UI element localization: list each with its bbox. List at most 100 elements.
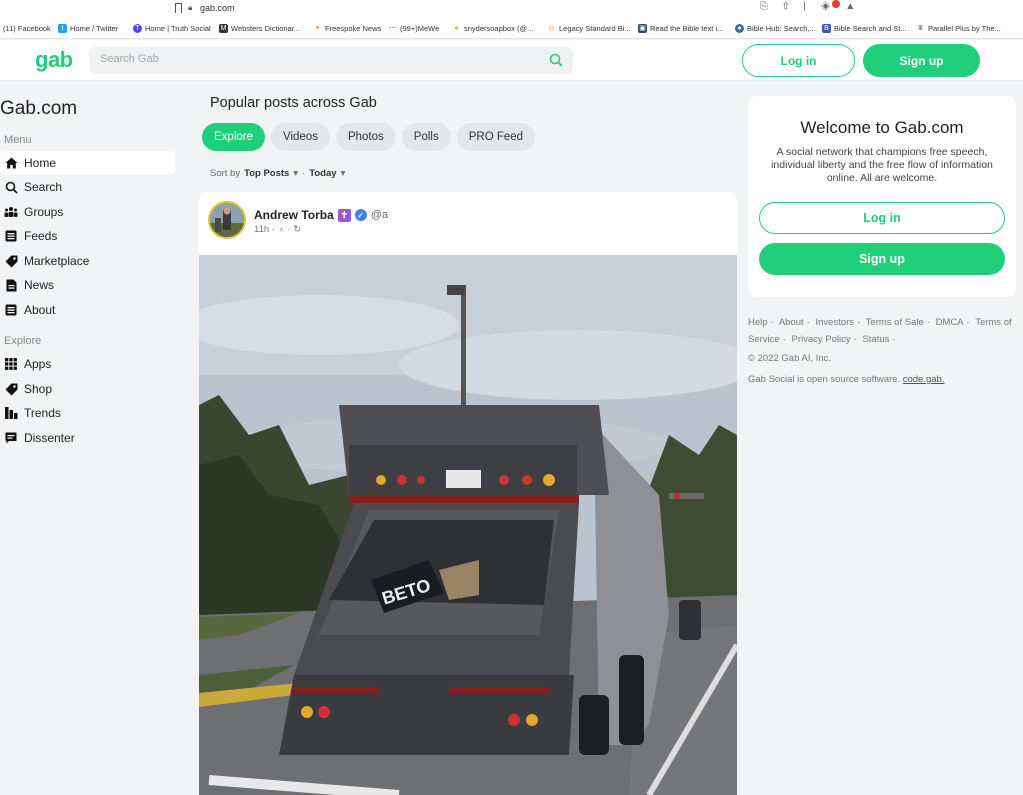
sidebar-item-trends[interactable]: Trends bbox=[0, 401, 175, 425]
browser-url[interactable]: gab.com bbox=[200, 3, 235, 13]
sidebar-item-marketplace[interactable]: Marketplace bbox=[0, 249, 175, 273]
header-signup-button[interactable]: Sign up bbox=[863, 44, 980, 77]
sidebar-item-apps[interactable]: Apps bbox=[0, 352, 175, 376]
post-author[interactable]: Andrew Torba ✝ ✓ @a bbox=[254, 208, 388, 222]
post-meta: 11h · ♁ · ↻ bbox=[254, 224, 302, 235]
separator-dot: · bbox=[302, 168, 306, 179]
sidebar-item-groups[interactable]: Groups bbox=[0, 200, 175, 224]
bookmark-label: Bible Hub: Search,... bbox=[747, 24, 816, 33]
sidebar-item-label: Shop bbox=[24, 382, 53, 396]
bookmark-label: snydersoapbox (@... bbox=[464, 24, 534, 33]
site-title: Gab.com bbox=[0, 98, 78, 119]
post-time[interactable]: 11h bbox=[254, 224, 269, 235]
bookmarks-bar: (11) Facebook t Home / Twitter T Home | Tr… bbox=[0, 17, 1023, 39]
bookmark-icon[interactable] bbox=[175, 3, 182, 13]
search-bar[interactable] bbox=[89, 47, 573, 74]
footer-link-about[interactable]: About bbox=[779, 317, 804, 328]
home-icon bbox=[4, 156, 18, 170]
bookmark-label: Read the Bible text i... bbox=[650, 24, 724, 33]
sidebar-item-label: About bbox=[24, 303, 56, 317]
search-input[interactable] bbox=[100, 53, 520, 65]
feed-tabs: Explore Videos Photos Polls PRO Feed bbox=[202, 123, 536, 151]
browser-action-icons[interactable]: ⎘ ⇧ | ◈ ▲ bbox=[760, 1, 861, 12]
post-card[interactable]: Andrew Torba ✝ ✓ @a 11h · ♁ · ↻ BETO bbox=[199, 192, 737, 795]
bible-search-icon: B bbox=[822, 24, 831, 33]
footer-link-help[interactable]: Help bbox=[748, 317, 768, 328]
sidebar-item-dissenter[interactable]: Dissenter bbox=[0, 426, 175, 450]
welcome-signup-button[interactable]: Sign up bbox=[759, 243, 1005, 275]
open-source-link[interactable]: code.gab. bbox=[903, 374, 945, 385]
tab-polls[interactable]: Polls bbox=[401, 123, 451, 151]
search-icon[interactable] bbox=[548, 52, 564, 68]
apps-icon bbox=[4, 357, 18, 371]
tab-videos[interactable]: Videos bbox=[271, 123, 330, 151]
bookmark-item[interactable]: ● Bible Hub: Search,... bbox=[735, 24, 816, 33]
footer-link-dmca[interactable]: DMCA bbox=[936, 317, 964, 328]
notification-badge bbox=[832, 0, 840, 8]
sort-value-dropdown[interactable]: Top Posts bbox=[244, 168, 289, 179]
tab-explore[interactable]: Explore bbox=[202, 123, 265, 151]
sort-prefix: Sort by bbox=[210, 168, 241, 179]
sidebar-item-label: Home bbox=[24, 156, 57, 170]
lock-icon: 🔒︎ bbox=[188, 3, 193, 12]
author-name[interactable]: Andrew Torba bbox=[254, 208, 334, 222]
dissenter-icon bbox=[4, 431, 18, 445]
bookmark-item[interactable]: T Home | Truth Social bbox=[133, 24, 211, 33]
biblehub-icon: ● bbox=[735, 24, 744, 33]
bookmark-label: (99+)MeWe bbox=[400, 24, 440, 33]
site-header: gab Log in Sign up bbox=[0, 40, 1023, 81]
bookmark-label: Home / Twitter bbox=[70, 24, 119, 33]
bookmark-item[interactable]: Ⅲ Parallel Plus by The... bbox=[916, 24, 1001, 33]
footer-links: Help · About · Investors · Terms of Sale · D… bbox=[748, 317, 1012, 345]
truth-social-icon: T bbox=[133, 24, 142, 33]
sort-bar: Sort by Top Posts ▾ · Today ▾ bbox=[210, 168, 345, 179]
sidebar-item-home[interactable]: Home bbox=[0, 151, 175, 175]
mewe-icon: ⋯ bbox=[388, 24, 397, 33]
sidebar-item-label: Apps bbox=[24, 357, 52, 371]
freespoke-icon: ✦ bbox=[313, 24, 322, 33]
footer-link-privacy-policy[interactable]: Privacy Policy bbox=[792, 334, 851, 345]
welcome-title: Welcome to Gab.com bbox=[800, 118, 964, 137]
about-icon bbox=[4, 303, 18, 317]
bookmark-item[interactable]: ▣ Read the Bible text i... bbox=[638, 24, 723, 33]
tab-photos[interactable]: Photos bbox=[335, 123, 396, 151]
sidebar-item-feeds[interactable]: Feeds bbox=[0, 224, 175, 248]
sort-range-dropdown[interactable]: Today bbox=[309, 168, 336, 179]
sidebar-item-label: Search bbox=[24, 180, 63, 194]
sidebar-item-label: Marketplace bbox=[24, 254, 90, 268]
shop-tag-icon bbox=[4, 382, 18, 396]
footer-link-investors[interactable]: Investors bbox=[815, 317, 854, 328]
page-title: Popular posts across Gab bbox=[210, 95, 377, 111]
welcome-login-button[interactable]: Log in bbox=[759, 202, 1005, 234]
author-handle[interactable]: @a bbox=[371, 209, 388, 221]
sidebar-item-search[interactable]: Search bbox=[0, 175, 175, 199]
bookmark-item[interactable]: ◎ Legacy Standard Bi... bbox=[547, 24, 631, 33]
globe-icon: ♁ bbox=[277, 224, 285, 235]
post-image[interactable]: BETO bbox=[199, 255, 737, 795]
bookmark-item[interactable]: ● snydersoapbox (@... bbox=[452, 24, 533, 33]
trends-icon bbox=[4, 406, 18, 420]
bulb-icon: ● bbox=[452, 24, 461, 33]
caret-down-icon[interactable]: ▾ bbox=[341, 168, 346, 179]
sidebar-item-about[interactable]: About bbox=[0, 298, 175, 322]
sidebar-item-shop[interactable]: Shop bbox=[0, 377, 175, 401]
header-login-button[interactable]: Log in bbox=[742, 44, 855, 77]
tab-pro-feed[interactable]: PRO Feed bbox=[456, 123, 536, 151]
gab-logo[interactable]: gab bbox=[35, 47, 73, 73]
bookmark-item[interactable]: t Home / Twitter bbox=[58, 24, 118, 33]
bookmark-item[interactable]: ⋯ (99+)MeWe bbox=[388, 24, 439, 33]
bookmark-item[interactable]: (11) Facebook bbox=[3, 24, 51, 33]
tag-icon bbox=[4, 254, 18, 268]
groups-icon bbox=[4, 205, 18, 219]
footer-link-terms-of-sale[interactable]: Terms of Sale bbox=[866, 317, 924, 328]
footer-link-status[interactable]: Status bbox=[862, 334, 889, 345]
avatar[interactable] bbox=[208, 201, 246, 239]
bookmark-label: (11) Facebook bbox=[3, 24, 51, 33]
verified-icon: ✓ bbox=[354, 209, 367, 221]
bookmark-item[interactable]: M Websters Dictionar... bbox=[219, 24, 300, 33]
caret-down-icon[interactable]: ▾ bbox=[293, 168, 298, 179]
bookmark-item[interactable]: B Bible Search and St... bbox=[822, 24, 907, 33]
bookmark-item[interactable]: ✦ Freespoke News bbox=[313, 24, 381, 33]
sidebar-item-news[interactable]: News bbox=[0, 273, 175, 297]
bookmark-label: Legacy Standard Bi... bbox=[559, 24, 631, 33]
